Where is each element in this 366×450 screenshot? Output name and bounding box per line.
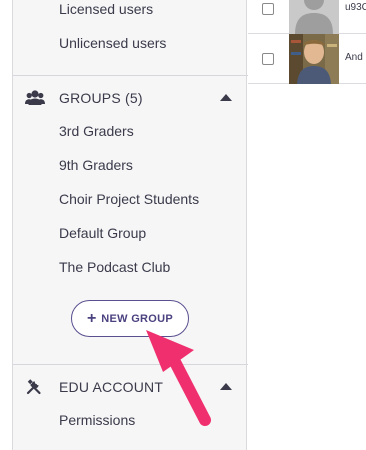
sidebar: Licensed users Unlicensed users GROUPS (… [12, 0, 248, 450]
row-username: u93C [345, 2, 366, 13]
new-group-button-label: NEW GROUP [101, 312, 174, 325]
groups-section-header: GROUPS (5) [13, 86, 248, 110]
sidebar-item-group[interactable]: 3rd Graders [59, 123, 134, 139]
sidebar-item-group[interactable]: Default Group [59, 225, 146, 241]
sidebar-item-licensed-users[interactable]: Licensed users [59, 1, 153, 17]
collapse-groups-caret-icon[interactable] [220, 94, 232, 101]
edu-account-section-header: EDU ACCOUNT [13, 375, 248, 399]
sidebar-item-group[interactable]: The Podcast Club [59, 259, 170, 275]
sidebar-item-permissions[interactable]: Permissions [59, 412, 135, 428]
new-group-button[interactable]: + NEW GROUP [71, 300, 189, 337]
divider [13, 364, 248, 365]
row-checkbox[interactable] [262, 3, 274, 15]
users-table: u93C And [248, 0, 366, 450]
user-photo [289, 34, 339, 84]
sidebar-item-unlicensed-users[interactable]: Unlicensed users [59, 35, 166, 51]
default-avatar [289, 0, 339, 34]
collapse-edu-account-caret-icon[interactable] [220, 383, 232, 390]
divider [13, 75, 248, 76]
users-icon [25, 90, 45, 105]
plus-icon: + [86, 309, 97, 327]
sidebar-item-group[interactable]: Choir Project Students [59, 191, 199, 207]
row-username: And [345, 52, 363, 63]
table-row[interactable]: And [248, 34, 366, 84]
tools-icon [26, 379, 41, 395]
groups-section-title: GROUPS (5) [59, 90, 143, 106]
sidebar-item-group[interactable]: 9th Graders [59, 157, 133, 173]
row-checkbox[interactable] [262, 53, 274, 65]
edu-account-section-title: EDU ACCOUNT [59, 379, 164, 395]
table-row[interactable]: u93C [248, 0, 366, 34]
